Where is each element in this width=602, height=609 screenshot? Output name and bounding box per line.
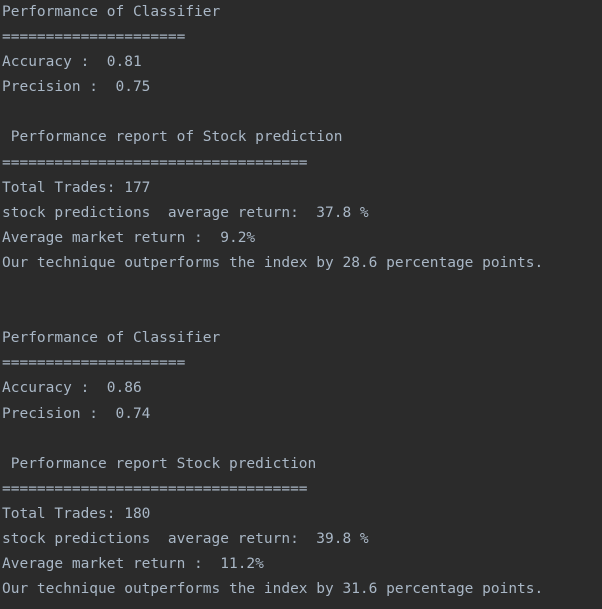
average-return-1: stock predictions average return: 37.8 % <box>2 204 369 221</box>
outperform-summary-1: Our technique outperforms the index by 2… <box>2 254 544 271</box>
stock-report-title-2: Performance report Stock prediction <box>2 455 317 472</box>
accuracy-1: Accuracy : 0.81 <box>2 54 142 71</box>
separator-3: ===================== <box>2 355 186 372</box>
separator-2: =================================== <box>2 154 308 171</box>
precision-1: Precision : 0.75 <box>2 79 151 96</box>
outperform-summary-2: Our technique outperforms the index by 3… <box>2 581 544 598</box>
average-return-2: stock predictions average return: 39.8 % <box>2 530 369 547</box>
console-output[interactable]: Performance of Classifier ==============… <box>0 0 602 609</box>
classifier-title-2: Performance of Classifier <box>2 330 221 347</box>
total-trades-2: Total Trades: 180 <box>2 505 151 522</box>
separator-1: ===================== <box>2 29 186 46</box>
precision-2: Precision : 0.74 <box>2 405 151 422</box>
stock-report-title-1: Performance report of Stock prediction <box>2 129 343 146</box>
classifier-title-1: Performance of Classifier <box>2 4 221 20</box>
total-trades-1: Total Trades: 177 <box>2 179 151 196</box>
market-return-2: Average market return : 11.2% <box>2 556 264 573</box>
market-return-1: Average market return : 9.2% <box>2 229 256 246</box>
separator-4: =================================== <box>2 480 308 497</box>
accuracy-2: Accuracy : 0.86 <box>2 380 142 397</box>
